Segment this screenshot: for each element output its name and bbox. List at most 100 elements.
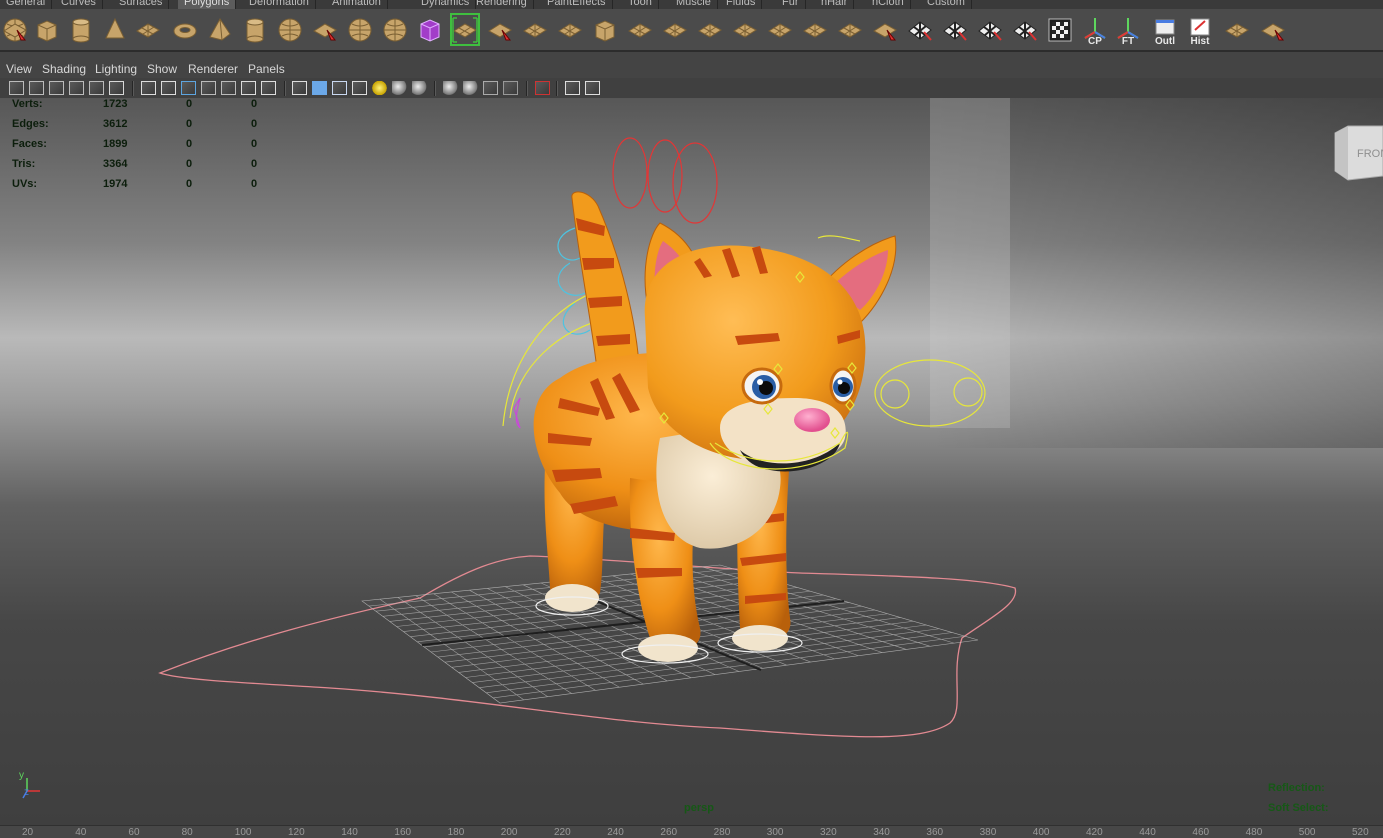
- poly-cone-icon[interactable]: [100, 13, 130, 46]
- poly-pipe-icon[interactable]: [240, 13, 270, 46]
- offset-edge-loop-icon[interactable]: [590, 13, 620, 46]
- panel-toolbar-separator: [556, 81, 558, 96]
- split-polygon-icon[interactable]: [520, 13, 550, 46]
- cleanup-icon[interactable]: [0, 13, 30, 46]
- sculpt-geometry-icon[interactable]: [800, 13, 830, 46]
- shelf-tab-ncloth[interactable]: nCloth: [866, 0, 911, 9]
- wireframe-on-shaded-icon[interactable]: [312, 81, 327, 95]
- poly-pyramid-icon[interactable]: [205, 13, 235, 46]
- hud-label: Verts:: [12, 98, 43, 110]
- textured-icon[interactable]: [332, 81, 347, 95]
- axis-gizmo: y z: [19, 770, 40, 799]
- poly-cube-icon[interactable]: [32, 13, 62, 46]
- extract-icon[interactable]: [380, 13, 410, 46]
- menu-lighting[interactable]: Lighting: [95, 62, 137, 76]
- resolution-gate-icon[interactable]: [181, 81, 196, 95]
- shelf-tab-custom[interactable]: Custom: [921, 0, 972, 9]
- shelf-tab-curves[interactable]: Curves: [55, 0, 103, 9]
- menu-show[interactable]: Show: [147, 62, 177, 76]
- sew-uv-icon[interactable]: [1010, 13, 1040, 46]
- use-all-lights-icon[interactable]: [352, 81, 367, 95]
- shelf-tab-toon[interactable]: Toon: [622, 0, 659, 9]
- film-gate-icon[interactable]: [161, 81, 176, 95]
- panel-toolbar-separator: [132, 81, 134, 96]
- uv-checker-icon[interactable]: [905, 13, 935, 46]
- motion-blur-icon[interactable]: [412, 81, 427, 95]
- hud-row: Tris: 3364 0 0: [0, 158, 280, 178]
- viewport-persp[interactable]: FRONT y z Verts:172300Edges:361200Faces:…: [0, 98, 1383, 825]
- poly-plane-icon[interactable]: [133, 13, 163, 46]
- shelf-tab-fluids[interactable]: Fluids: [720, 0, 763, 9]
- combine-icon[interactable]: [310, 13, 340, 46]
- reduce-icon[interactable]: [1258, 13, 1288, 46]
- poly-torus-icon[interactable]: [170, 13, 200, 46]
- uv-editor-icon[interactable]: [1045, 13, 1075, 46]
- grease-pencil-icon[interactable]: [109, 81, 124, 95]
- hud-total: 1723: [103, 98, 128, 110]
- insert-edge-loop-icon[interactable]: [555, 13, 585, 46]
- hud-selected: 0: [186, 98, 193, 110]
- smooth-proxy-icon[interactable]: [415, 13, 445, 46]
- camera-attributes-icon[interactable]: [29, 81, 44, 95]
- shelf-tab-deformation[interactable]: Deformation: [243, 0, 316, 9]
- history-icon[interactable]: Hist: [1185, 13, 1215, 47]
- safe-title-icon[interactable]: [241, 81, 256, 95]
- transfer-attributes-icon[interactable]: [1222, 13, 1252, 46]
- smooth-shade-icon[interactable]: [292, 81, 307, 95]
- shelf-tab-fur[interactable]: Fur: [776, 0, 806, 9]
- planar-mapping-icon[interactable]: [835, 13, 865, 46]
- ruler-tick-label: 460: [1192, 827, 1210, 838]
- bridge-icon[interactable]: [660, 13, 690, 46]
- collapse-icon[interactable]: [765, 13, 795, 46]
- shadows-icon[interactable]: [372, 81, 387, 95]
- shelf-tab-rendering[interactable]: Rendering: [470, 0, 534, 9]
- viewport-2-icon[interactable]: [585, 81, 600, 95]
- bevel-icon[interactable]: [695, 13, 725, 46]
- center-pivot-icon[interactable]: CP: [1080, 13, 1110, 47]
- outliner-icon[interactable]: Outl: [1150, 13, 1180, 47]
- separate-icon[interactable]: [345, 13, 375, 46]
- uv-layout-icon[interactable]: [940, 13, 970, 46]
- cut-uv-icon[interactable]: [975, 13, 1005, 46]
- screen-space-ao-icon[interactable]: [392, 81, 407, 95]
- backface-culling-icon[interactable]: [565, 81, 580, 95]
- shelf-tab-nhair[interactable]: nHair: [815, 0, 855, 9]
- ruler-tick-label: 260: [660, 827, 678, 838]
- field-chart-icon[interactable]: [221, 81, 236, 95]
- poly-soccerball-icon[interactable]: [275, 13, 305, 46]
- shelf-tab-polygons[interactable]: Polygons: [178, 0, 237, 9]
- smooth-icon[interactable]: [450, 13, 480, 46]
- gate-mask-icon[interactable]: [201, 81, 216, 95]
- wireframe-icon[interactable]: [261, 81, 276, 95]
- shelf-tab-muscle[interactable]: Muscle: [670, 0, 718, 9]
- viewcube[interactable]: FRONT: [1334, 125, 1383, 181]
- extrude-icon[interactable]: [625, 13, 655, 46]
- shelf-tab-dynamics[interactable]: Dynamics: [415, 0, 477, 9]
- grid-icon[interactable]: [141, 81, 156, 95]
- image-plane-icon[interactable]: [69, 81, 84, 95]
- shelf-tab-surfaces[interactable]: Surfaces: [113, 0, 170, 9]
- poly-cylinder-icon[interactable]: [66, 13, 96, 46]
- hud-total: 3364: [103, 158, 128, 170]
- menu-renderer[interactable]: Renderer: [188, 62, 238, 76]
- xray-joints-icon[interactable]: [535, 81, 550, 95]
- xray-icon[interactable]: [503, 81, 518, 95]
- append-polygon-icon[interactable]: [485, 13, 515, 46]
- isolate-select-icon[interactable]: [483, 81, 498, 95]
- shelf-tab-general[interactable]: General: [0, 0, 53, 9]
- shelf: CP FT Outl Hist: [0, 9, 1383, 52]
- depth-of-field-icon[interactable]: [463, 81, 478, 95]
- two-d-pan-zoom-icon[interactable]: [89, 81, 104, 95]
- multisample-aa-icon[interactable]: [443, 81, 458, 95]
- select-camera-icon[interactable]: [9, 81, 24, 95]
- bookmarks-icon[interactable]: [49, 81, 64, 95]
- menu-panels[interactable]: Panels: [248, 62, 285, 76]
- menu-view[interactable]: View: [6, 62, 32, 76]
- shelf-tab-animation[interactable]: Animation: [326, 0, 388, 9]
- merge-icon[interactable]: [730, 13, 760, 46]
- freeze-transform-icon[interactable]: FT: [1113, 13, 1143, 47]
- shelf-tab-painteffects[interactable]: PaintEffects: [541, 0, 613, 9]
- time-slider-ruler[interactable]: 20 40 60 80 100 120 140 160 180 200 220 240 260 280 30…: [0, 825, 1383, 838]
- menu-shading[interactable]: Shading: [42, 62, 86, 76]
- normal-icon[interactable]: [870, 13, 900, 46]
